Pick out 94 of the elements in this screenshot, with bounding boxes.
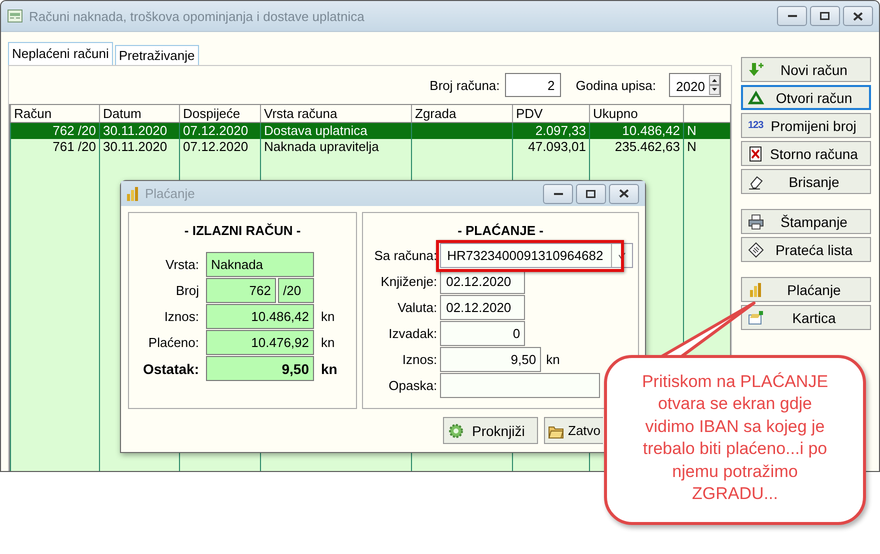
amount-field: 9,50 bbox=[206, 356, 314, 381]
table-row[interactable]: 762 /20 30.11.2020 07.12.2020 Dostava uplatnica 2.097,33 10.486,42 N bbox=[10, 122, 730, 139]
action-button[interactable]: Novi račun bbox=[741, 57, 871, 82]
field-label: Knjiženje: bbox=[380, 274, 438, 289]
action-button[interactable]: Kartica bbox=[741, 305, 871, 330]
gear-icon bbox=[448, 422, 464, 438]
maximize-button[interactable] bbox=[576, 184, 606, 204]
action-button[interactable]: Plaćanje bbox=[741, 277, 871, 302]
caret-icon bbox=[617, 252, 628, 260]
arrow-down-plus-icon bbox=[748, 62, 764, 78]
field-label: Valuta: bbox=[396, 300, 438, 315]
unit-label: kn bbox=[321, 360, 338, 376]
close-icon bbox=[853, 12, 863, 20]
table-cell: N bbox=[684, 122, 730, 139]
dialog-title: Plaćanje bbox=[145, 186, 195, 201]
number-field: 762 bbox=[206, 278, 276, 303]
tab[interactable]: Neplaćeni računi bbox=[8, 42, 113, 65]
table-cell: 30.11.2020 bbox=[100, 122, 180, 139]
close-button[interactable] bbox=[609, 184, 639, 204]
column-header[interactable]: Dospijeće bbox=[180, 105, 260, 122]
action-button[interactable]: Storno računa bbox=[741, 141, 871, 166]
maximize-icon bbox=[586, 190, 596, 198]
unit-label: kn bbox=[321, 309, 336, 324]
coin-stacks-icon bbox=[125, 186, 141, 202]
post-button[interactable]: Proknjiži bbox=[443, 417, 538, 444]
action-button[interactable]: Brisanje bbox=[741, 169, 871, 194]
field-label: Opaska: bbox=[388, 378, 438, 393]
suffix-field: /20 bbox=[278, 278, 314, 303]
minimize-button[interactable] bbox=[777, 6, 807, 26]
table-cell: N bbox=[684, 139, 730, 155]
number-field[interactable]: 0 bbox=[440, 321, 526, 346]
minimize-icon bbox=[554, 192, 562, 194]
action-button[interactable]: Štampanje bbox=[741, 209, 871, 234]
field-label: Iznos: bbox=[401, 352, 438, 367]
card-icon bbox=[748, 310, 764, 326]
unit-label: kn bbox=[321, 335, 336, 350]
form-icon bbox=[7, 8, 23, 24]
triangle-icon bbox=[748, 90, 764, 106]
field-label: Godina upisa: bbox=[576, 78, 656, 92]
close-button[interactable]: Zatvo bbox=[544, 417, 603, 444]
amount-field[interactable]: 9,50 bbox=[440, 347, 542, 372]
amount-field: 10.486,42 bbox=[206, 304, 314, 329]
table-cell: 07.12.2020 bbox=[180, 139, 260, 155]
diamond-list-icon bbox=[748, 242, 764, 258]
column-header[interactable]: Datum bbox=[100, 105, 180, 122]
field-label: Izvadak: bbox=[388, 326, 438, 341]
action-button[interactable]: 123 Promijeni broj bbox=[741, 113, 871, 138]
field-label: Vrsta: bbox=[164, 257, 199, 272]
window-title: Računi naknada, troškova opominjanja i dostave uplatnica bbox=[29, 8, 364, 24]
table-cell: 07.12.2020 bbox=[180, 122, 260, 139]
field-label: Ostatak: bbox=[142, 360, 199, 376]
column-header[interactable]: Zgrada bbox=[412, 105, 512, 122]
tab[interactable]: Pretraživanje bbox=[114, 45, 199, 65]
minimize-button[interactable] bbox=[543, 184, 573, 204]
table-row[interactable]: 761 /20 30.11.2020 07.12.2020 Naknada upravitelja 47.093,01 235.462,63 N bbox=[10, 139, 730, 155]
field-label: Sa računa: bbox=[373, 248, 438, 263]
count-field[interactable]: 2 bbox=[504, 73, 561, 97]
table-cell: 2.097,33 bbox=[512, 122, 590, 139]
table-cell: Naknada upravitelja bbox=[260, 139, 412, 155]
field-label: Broj računa: bbox=[430, 78, 500, 92]
maximize-button[interactable] bbox=[810, 6, 840, 26]
minimize-icon bbox=[788, 15, 796, 17]
action-button[interactable]: Prateća lista bbox=[741, 237, 871, 262]
field-label: Broj bbox=[174, 283, 199, 298]
maximize-icon bbox=[820, 12, 830, 20]
table-cell: 762 /20 bbox=[10, 122, 100, 139]
value-field: Naknada bbox=[206, 252, 314, 277]
field-label: Iznos: bbox=[163, 309, 199, 324]
table-cell: 30.11.2020 bbox=[100, 139, 180, 155]
box-x-icon bbox=[748, 146, 764, 162]
close-button[interactable] bbox=[843, 6, 873, 26]
close-icon bbox=[619, 189, 629, 198]
group-heading: - IZLAZNI RAČUN - bbox=[183, 223, 302, 239]
coin-stacks-icon bbox=[748, 282, 764, 298]
printer-icon bbox=[748, 214, 764, 230]
column-header[interactable]: Vrsta računa bbox=[260, 105, 412, 122]
amount-field: 10.476,92 bbox=[206, 330, 314, 355]
table-cell: 47.093,01 bbox=[512, 139, 590, 155]
column-header[interactable]: Ukupno bbox=[590, 105, 684, 122]
table-cell: 10.486,42 bbox=[590, 122, 684, 139]
table-cell: 235.462,63 bbox=[590, 139, 684, 155]
table-cell: 761 /20 bbox=[10, 139, 100, 155]
year-spinner[interactable]: 2020 bbox=[669, 73, 721, 97]
table-cell: Dostava uplatnica bbox=[260, 122, 412, 139]
action-button[interactable]: Otvori račun bbox=[741, 85, 871, 110]
eraser-icon bbox=[748, 174, 764, 190]
note-field[interactable] bbox=[440, 373, 600, 398]
date-field[interactable]: 02.12.2020 bbox=[440, 295, 526, 320]
group-heading: - PLAĆANJE - bbox=[456, 223, 545, 239]
column-header[interactable]: PDV bbox=[512, 105, 590, 122]
unit-label: kn bbox=[546, 352, 560, 367]
field-label: Plaćeno: bbox=[147, 335, 199, 350]
digits-icon: 123 bbox=[748, 120, 764, 131]
column-header[interactable]: Račun bbox=[10, 105, 100, 122]
